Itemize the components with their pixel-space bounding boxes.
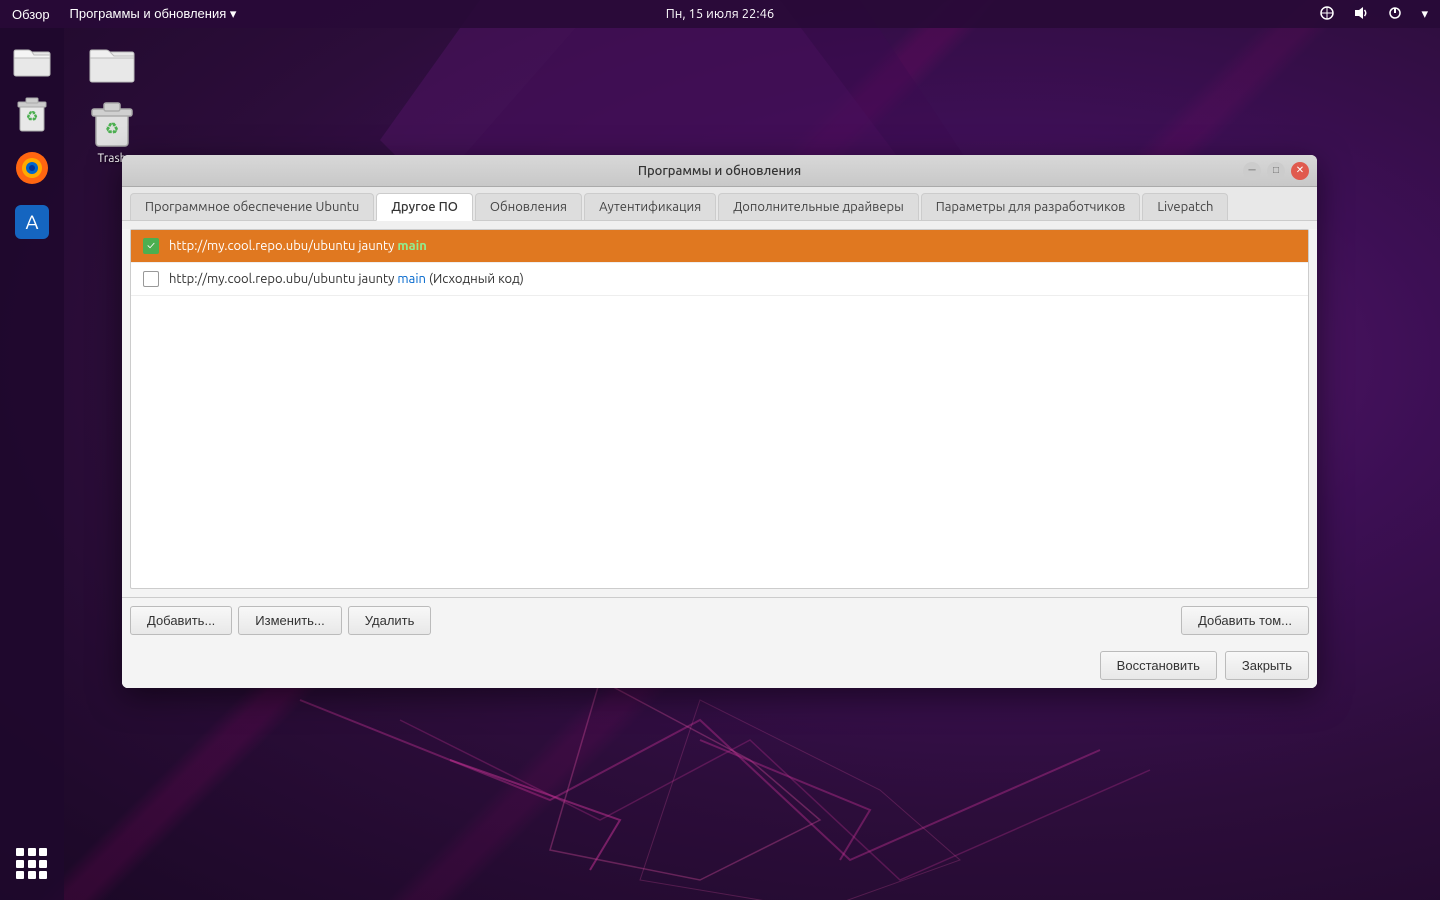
- window-close-button[interactable]: ✕: [1291, 162, 1309, 180]
- footer-left-buttons: Добавить... Изменить... Удалить: [130, 606, 431, 635]
- window-controls: ─ □ ✕: [1243, 162, 1309, 180]
- firefox-dock-icon: [12, 148, 52, 188]
- window-body: ✓ http://my.cool.repo.ubu/ubuntu jaunty …: [122, 229, 1317, 688]
- edit-button[interactable]: Изменить...: [238, 606, 341, 635]
- repo-component-1: main: [397, 239, 426, 253]
- svg-text:A: A: [26, 210, 39, 233]
- repo-suffix-2: (Исходный код): [426, 272, 524, 286]
- apps-grid-icon: [16, 848, 48, 880]
- panel-left: Обзор Программы и обновления ▾: [8, 4, 240, 24]
- dock: ♻ A: [0, 28, 64, 900]
- window-footer: Добавить... Изменить... Удалить Добавить…: [122, 597, 1317, 643]
- app-menu-arrow: ▾: [230, 6, 237, 21]
- desktop-icons-area: ♻ Trash: [72, 36, 152, 169]
- repo-url-2: http://my.cool.repo.ubu/ubuntu jaunty: [169, 272, 397, 286]
- network-icon[interactable]: [1315, 3, 1339, 26]
- power-icon[interactable]: [1383, 3, 1407, 26]
- repo-row-1[interactable]: ✓ http://my.cool.repo.ubu/ubuntu jaunty …: [131, 230, 1308, 263]
- add-button[interactable]: Добавить...: [130, 606, 232, 635]
- window-title: Программы и обновления: [638, 164, 801, 178]
- software-updates-window: Программы и обновления ─ □ ✕ Программное…: [122, 155, 1317, 688]
- repo-checkbox-1[interactable]: ✓: [143, 238, 159, 254]
- datetime-label: Пн, 15 июля 22:46: [666, 7, 774, 21]
- repo-component-2: main: [397, 272, 425, 286]
- window-minimize-button[interactable]: ─: [1243, 162, 1261, 180]
- trash-dock-icon: ♻: [12, 94, 52, 134]
- panel-right: ▾: [1315, 3, 1432, 26]
- tab-developer-options[interactable]: Параметры для разработчиков: [921, 193, 1141, 220]
- svg-text:♻: ♻: [105, 120, 119, 138]
- repo-list: ✓ http://my.cool.repo.ubu/ubuntu jaunty …: [131, 230, 1308, 296]
- volume-icon[interactable]: [1349, 3, 1373, 26]
- repo-text-1: http://my.cool.repo.ubu/ubuntu jaunty ma…: [169, 239, 427, 253]
- repo-checkbox-2[interactable]: [143, 271, 159, 287]
- restore-button[interactable]: Восстановить: [1100, 651, 1217, 680]
- close-dialog-button[interactable]: Закрыть: [1225, 651, 1309, 680]
- tab-authentication[interactable]: Аутентификация: [584, 193, 716, 220]
- panel-center: Пн, 15 июля 22:46: [666, 7, 774, 21]
- tab-updates[interactable]: Обновления: [475, 193, 582, 220]
- window-titlebar: Программы и обновления ─ □ ✕: [122, 155, 1317, 187]
- show-apps-button[interactable]: [8, 840, 56, 888]
- app-menu-label: Программы и обновления: [70, 6, 227, 21]
- dock-item-files[interactable]: [8, 36, 56, 84]
- app-menu-button[interactable]: Программы и обновления ▾: [66, 4, 241, 24]
- window-actions: Восстановить Закрыть: [122, 643, 1317, 688]
- remove-button[interactable]: Удалить: [348, 606, 432, 635]
- software-dock-icon: A: [12, 202, 52, 242]
- tab-other-software[interactable]: Другое ПО: [376, 193, 473, 221]
- desktop: Обзор Программы и обновления ▾ Пн, 15 ию…: [0, 0, 1440, 900]
- window-maximize-button[interactable]: □: [1267, 162, 1285, 180]
- footer-right-buttons: Добавить том...: [1181, 606, 1309, 635]
- dock-item-software[interactable]: A: [8, 198, 56, 246]
- tab-additional-drivers[interactable]: Дополнительные драйверы: [718, 193, 919, 220]
- svg-text:♻: ♻: [26, 108, 39, 124]
- repo-text-2: http://my.cool.repo.ubu/ubuntu jaunty ma…: [169, 272, 524, 286]
- tab-ubuntu-software[interactable]: Программное обеспечение Ubuntu: [130, 193, 374, 220]
- repo-url-1: http://my.cool.repo.ubu/ubuntu jaunty: [169, 239, 397, 253]
- add-volume-button[interactable]: Добавить том...: [1181, 606, 1309, 635]
- tab-bar: Программное обеспечение Ubuntu Другое ПО…: [122, 187, 1317, 221]
- system-menu-arrow[interactable]: ▾: [1417, 4, 1432, 24]
- files-dock-icon: [12, 40, 52, 80]
- desktop-icon-files[interactable]: [72, 36, 152, 88]
- repo-list-container: ✓ http://my.cool.repo.ubu/ubuntu jaunty …: [130, 229, 1309, 589]
- repo-row-2[interactable]: http://my.cool.repo.ubu/ubuntu jaunty ma…: [131, 263, 1308, 296]
- tab-livepatch[interactable]: Livepatch: [1142, 193, 1228, 220]
- dock-item-trash[interactable]: ♻: [8, 90, 56, 138]
- top-panel: Обзор Программы и обновления ▾ Пн, 15 ию…: [0, 0, 1440, 28]
- activities-button[interactable]: Обзор: [8, 5, 54, 24]
- dock-item-firefox[interactable]: [8, 144, 56, 192]
